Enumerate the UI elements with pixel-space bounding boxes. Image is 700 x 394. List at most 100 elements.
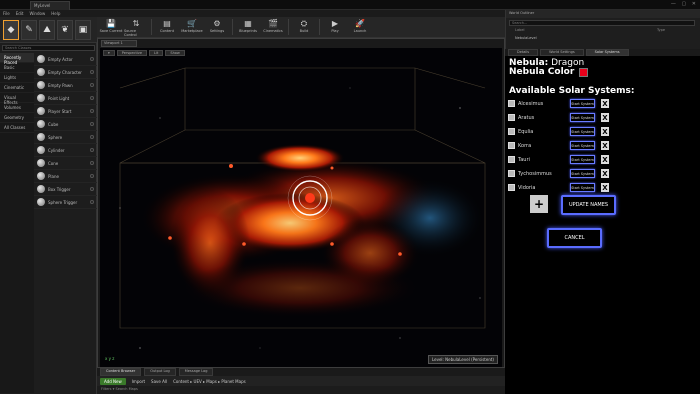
category-volumes[interactable]: Volumes	[0, 103, 34, 113]
solar-system-row: Aratus Start System X	[508, 112, 618, 123]
category-visual-effects[interactable]: Visual Effects	[0, 93, 34, 105]
nebula-color-row: Nebula Color	[509, 67, 589, 77]
actor-icon	[37, 94, 45, 102]
list-item[interactable]: Sphere Trigger	[34, 196, 97, 209]
viewport-options-button[interactable]: ▾	[103, 50, 115, 56]
list-item[interactable]: Box Trigger	[34, 183, 97, 196]
show-button[interactable]: Show	[165, 50, 185, 56]
info-icon	[90, 200, 94, 204]
actor-icon	[37, 55, 45, 63]
remove-system-button[interactable]: X	[601, 127, 609, 136]
foliage-mode-button[interactable]: ❦	[57, 20, 73, 40]
add-system-button[interactable]: +	[530, 195, 548, 213]
toolbar-divider	[151, 19, 152, 35]
start-system-button[interactable]: Start System	[570, 141, 595, 150]
nebula-color-swatch[interactable]	[579, 67, 589, 77]
category-geometry[interactable]: Geometry	[0, 113, 34, 123]
content-filter-bar[interactable]: Filters ▾ Search Maps	[97, 386, 505, 394]
list-item[interactable]: Empty Actor	[34, 53, 97, 66]
save-all-button[interactable]: Save All	[151, 379, 167, 384]
window-controls[interactable]: — ▢ ✕	[671, 1, 698, 7]
start-system-button[interactable]: Start System	[570, 169, 595, 178]
geometry-mode-icon: ▣	[78, 25, 88, 35]
content-path-breadcrumb[interactable]: Content ▸ UEV ▸ Maps ▸ Planet Maps	[173, 379, 246, 384]
remove-system-button[interactable]: X	[601, 99, 609, 108]
placeable-list: Empty Actor Empty Character Empty Pawn P…	[34, 53, 97, 209]
category-recently-placed[interactable]: Recently Placed	[0, 53, 34, 65]
category-all-classes[interactable]: All Classes	[0, 123, 34, 133]
place-mode-button[interactable]: ◆	[3, 20, 19, 40]
list-item[interactable]: Cone	[34, 157, 97, 170]
update-names-button[interactable]: UPDATE NAMES	[561, 195, 616, 215]
tab-content-browser[interactable]: Content Browser	[100, 368, 142, 376]
tab-solar-systems[interactable]: Solar Systems	[585, 49, 629, 56]
remove-system-button[interactable]: X	[601, 169, 609, 178]
list-item[interactable]: Empty Pawn	[34, 79, 97, 92]
marketplace-button[interactable]: 🛒 Marketplace	[180, 19, 204, 36]
class-search-input[interactable]: Search Classes	[2, 45, 95, 51]
tab-details[interactable]: Details	[508, 49, 539, 56]
start-system-button[interactable]: Start System	[570, 127, 595, 136]
build-button[interactable]: ⛭ Build	[292, 19, 316, 36]
add-new-button[interactable]: Add New	[100, 377, 126, 385]
marketplace-icon: 🛒	[187, 19, 197, 28]
column-type[interactable]: Type	[657, 28, 665, 34]
outliner-row[interactable]: NebulaLevel	[509, 36, 695, 42]
column-label[interactable]: Label	[515, 28, 524, 34]
solar-system-row: Tychosimmus Start System X	[508, 168, 618, 179]
play-button[interactable]: ▶ Play	[323, 19, 347, 36]
tab-output-log[interactable]: Output Log	[144, 368, 176, 376]
source-control-button[interactable]: ⇅ Source Control	[124, 19, 148, 37]
menu-help[interactable]: Help	[51, 11, 60, 16]
tab-message-log[interactable]: Message Log	[178, 368, 214, 376]
start-system-button[interactable]: Start System	[570, 113, 595, 122]
start-system-button[interactable]: Start System	[570, 99, 595, 108]
remove-system-button[interactable]: X	[601, 113, 609, 122]
perspective-button[interactable]: Perspective	[116, 50, 148, 56]
paint-mode-button[interactable]: ✎	[21, 20, 37, 40]
category-lights[interactable]: Lights	[0, 73, 34, 83]
menu-edit[interactable]: Edit	[16, 11, 24, 16]
launch-button[interactable]: 🚀 Launch	[348, 19, 372, 36]
list-item[interactable]: Cylinder	[34, 144, 97, 157]
level-tab[interactable]: MyLevel	[30, 1, 70, 10]
content-button[interactable]: ▤ Content	[155, 19, 179, 36]
category-cinematic[interactable]: Cinematic	[0, 83, 34, 93]
list-item[interactable]: Player Start	[34, 105, 97, 118]
blueprints-button[interactable]: ▦ Blueprints	[236, 19, 260, 36]
landscape-mode-icon: ⛰	[43, 25, 51, 35]
system-checkbox[interactable]	[508, 156, 515, 163]
list-item[interactable]: Plane	[34, 170, 97, 183]
level-viewport[interactable]: ▾ Perspective Lit Show x y z Level: Nebu…	[100, 48, 502, 367]
save-button[interactable]: 💾 Save Current	[99, 19, 123, 36]
list-item[interactable]: Sphere	[34, 131, 97, 144]
system-checkbox[interactable]	[508, 100, 515, 107]
cinematics-button[interactable]: 🎬 Cinematics	[261, 19, 285, 36]
remove-system-button[interactable]: X	[601, 183, 609, 192]
viewport-tab[interactable]: Viewport 1	[101, 40, 137, 47]
start-system-button[interactable]: Start System	[570, 183, 595, 192]
settings-button[interactable]: ⚙ Settings	[205, 19, 229, 36]
outliner-search-input[interactable]: Search...	[509, 20, 695, 26]
list-item[interactable]: Cube	[34, 118, 97, 131]
system-checkbox[interactable]	[508, 142, 515, 149]
system-checkbox[interactable]	[508, 170, 515, 177]
system-checkbox[interactable]	[508, 184, 515, 191]
remove-system-button[interactable]: X	[601, 141, 609, 150]
start-system-button[interactable]: Start System	[570, 155, 595, 164]
landscape-mode-button[interactable]: ⛰	[39, 20, 55, 40]
system-checkbox[interactable]	[508, 128, 515, 135]
system-checkbox[interactable]	[508, 114, 515, 121]
remove-system-button[interactable]: X	[601, 155, 609, 164]
geometry-mode-button[interactable]: ▣	[75, 20, 91, 40]
list-item[interactable]: Empty Character	[34, 66, 97, 79]
place-panel: Search Classes Recently Placed Basic Lig…	[0, 43, 97, 394]
import-button[interactable]: Import	[132, 379, 145, 384]
tab-world-settings[interactable]: World Settings	[540, 49, 584, 56]
lit-button[interactable]: Lit	[149, 50, 164, 56]
menu-file[interactable]: File	[3, 11, 10, 16]
cancel-button[interactable]: CANCEL	[547, 228, 602, 248]
toolbar-divider	[288, 19, 289, 35]
list-item[interactable]: Point Light	[34, 92, 97, 105]
menu-window[interactable]: Window	[29, 11, 45, 16]
